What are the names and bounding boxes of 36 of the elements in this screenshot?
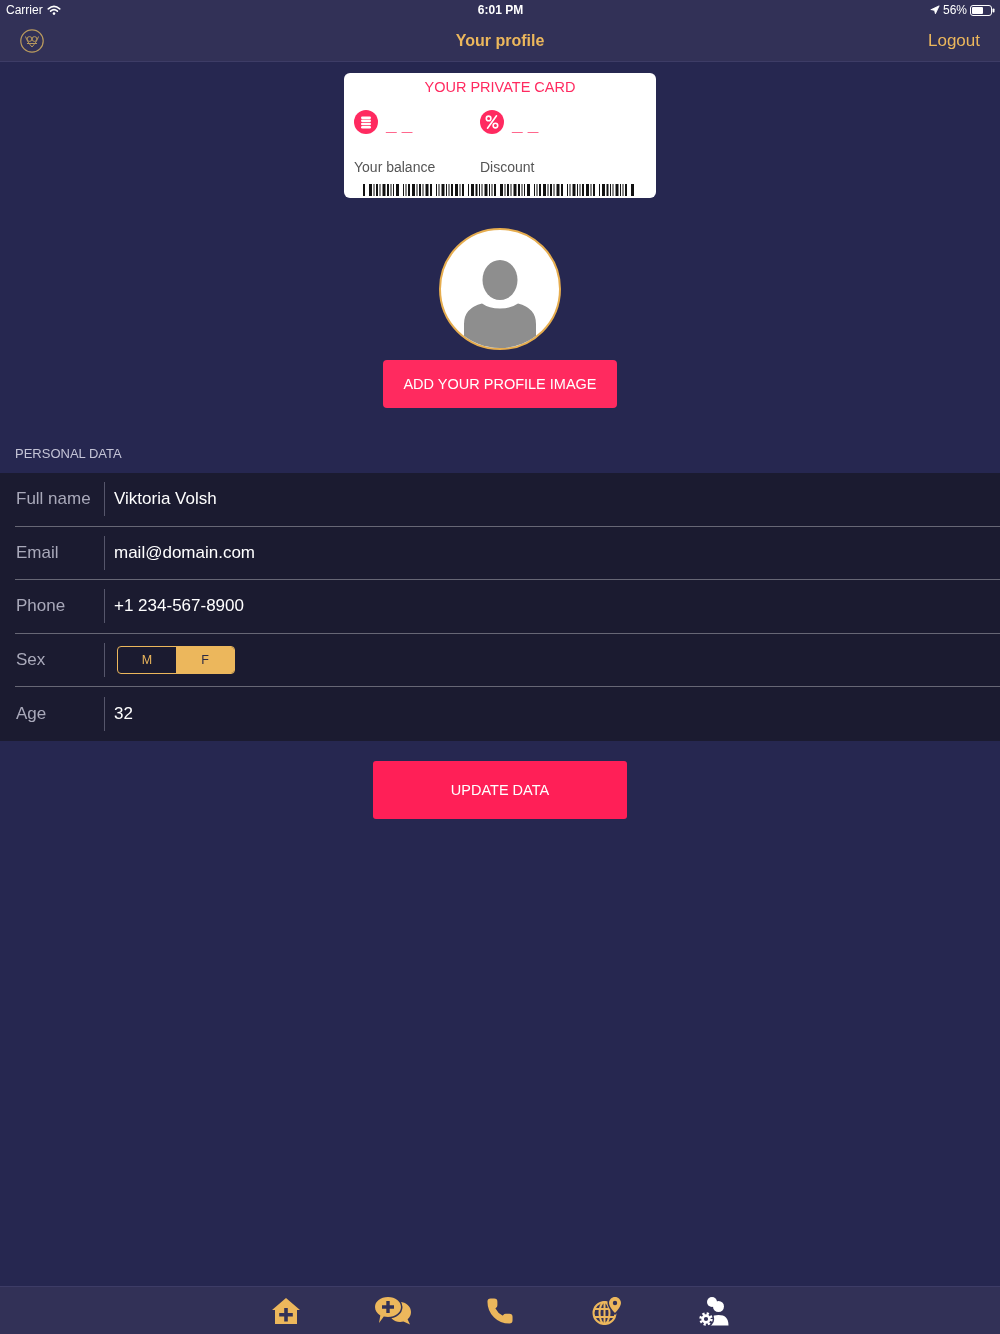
card-value: _ _ bbox=[512, 115, 539, 134]
add-profile-image-button[interactable]: ADD YOUR PROFILE IMAGE bbox=[383, 360, 617, 408]
battery-icon bbox=[970, 4, 995, 16]
card-label: Discount bbox=[480, 158, 535, 176]
clock-time: 6:01 PM bbox=[477, 3, 524, 17]
wifi-icon bbox=[46, 5, 61, 15]
text-input[interactable]: mail@domain.com bbox=[114, 537, 1000, 568]
field-label: Phone bbox=[15, 596, 67, 617]
carrier-label: Carrier bbox=[6, 3, 43, 17]
page-title: Your profile bbox=[455, 30, 545, 51]
segment-button[interactable]: M bbox=[118, 647, 176, 674]
card-value: _ _ bbox=[386, 115, 413, 134]
users-gear-icon bbox=[699, 1295, 729, 1326]
monogram-logo-icon bbox=[20, 28, 44, 53]
text-input[interactable]: +1 234-567-8900 bbox=[114, 591, 1000, 622]
card-label: Your balance bbox=[354, 158, 436, 176]
field-label: Full name bbox=[15, 489, 92, 510]
coin-stack-icon bbox=[354, 110, 378, 134]
percent-icon bbox=[480, 110, 504, 134]
logout-button[interactable]: Logout bbox=[928, 30, 980, 51]
avatar-silhouette-icon bbox=[439, 228, 561, 350]
battery-percent: 56% bbox=[942, 3, 967, 17]
card-title: YOUR PRIVATE CARD bbox=[424, 78, 576, 97]
house-plus-icon bbox=[271, 1296, 301, 1325]
field-label: Email bbox=[15, 542, 60, 563]
globe-pin-icon bbox=[592, 1295, 622, 1326]
field-label: Sex bbox=[15, 650, 47, 671]
text-input[interactable]: 32 bbox=[114, 699, 1000, 730]
section-heading: PERSONAL DATA bbox=[15, 446, 122, 461]
phone-icon bbox=[486, 1296, 514, 1325]
chat-bubbles-plus-icon bbox=[374, 1295, 412, 1326]
text-input[interactable]: Viktoria Volsh bbox=[114, 484, 1000, 515]
segment-button[interactable]: F bbox=[176, 647, 234, 674]
update-data-button[interactable]: UPDATE DATA bbox=[373, 760, 627, 819]
field-label: Age bbox=[15, 704, 48, 725]
location-arrow-icon bbox=[929, 5, 940, 15]
